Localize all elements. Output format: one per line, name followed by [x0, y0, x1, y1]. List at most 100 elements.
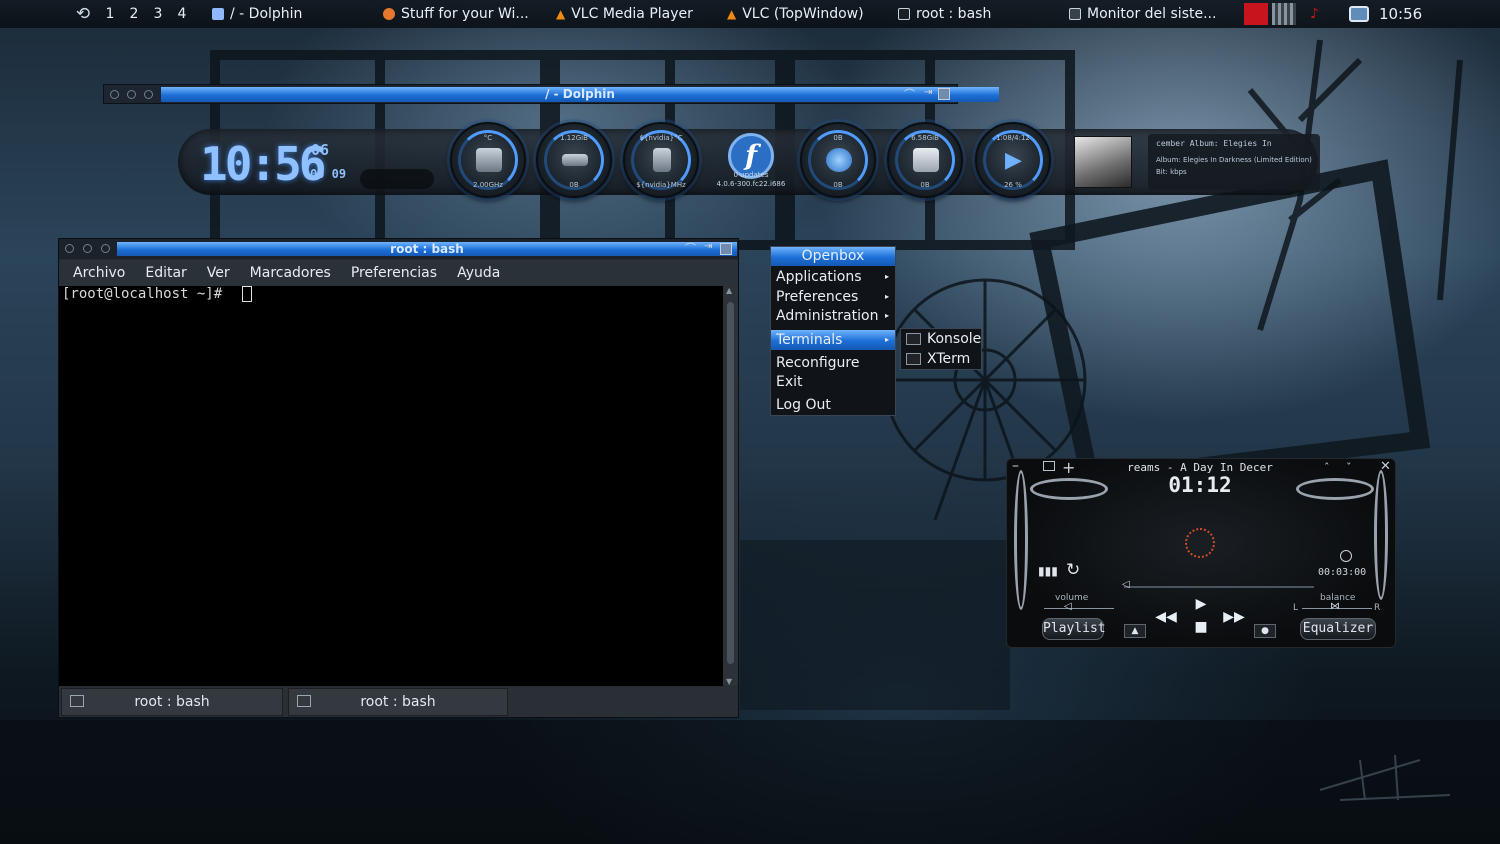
menu-archivo[interactable]: Archivo: [73, 265, 125, 281]
close-icon[interactable]: [720, 243, 732, 255]
network-globe-icon: [826, 148, 852, 172]
stop-button[interactable]: ■: [1190, 619, 1212, 635]
terminal-tab-2[interactable]: root : bash: [288, 688, 508, 716]
display-tray-icon[interactable]: [1348, 6, 1369, 22]
task-terminal[interactable]: root : bash: [898, 0, 991, 28]
volume-slider[interactable]: [1044, 608, 1114, 609]
gauge-top-label: 1:08/4:12: [996, 134, 1030, 142]
menu-item-preferences[interactable]: Preferences ▸: [771, 287, 895, 307]
next-button[interactable]: ▶▶: [1222, 609, 1246, 625]
sticky-icon[interactable]: [144, 90, 153, 99]
vlc-cone-icon: ▲: [556, 7, 566, 21]
task-dolphin[interactable]: / - Dolphin: [212, 0, 302, 28]
terminal-tab-1[interactable]: root : bash: [61, 688, 283, 716]
dolphin-window-titlebar[interactable]: / - Dolphin ⌒ ⇥: [103, 84, 999, 104]
openbox-menu-title: Openbox: [771, 247, 895, 266]
scrollbar-thumb[interactable]: [727, 302, 734, 664]
menu-item-label: Exit: [776, 374, 803, 390]
player-minimize-icon[interactable]: –: [1012, 458, 1019, 474]
gpu-icon: [653, 148, 671, 172]
menu-ver[interactable]: Ver: [207, 265, 230, 281]
task-label: / - Dolphin: [230, 6, 303, 22]
player-shade-icon[interactable]: ˆ: [1324, 461, 1330, 474]
menu-preferencias[interactable]: Preferencias: [351, 265, 437, 281]
menu-item-applications[interactable]: Applications ▸: [771, 267, 895, 287]
volume-handle-icon[interactable]: ◁: [1064, 601, 1072, 612]
menu-item-log-out[interactable]: Log Out: [771, 395, 895, 415]
submenu-arrow-icon: ▸: [884, 335, 889, 344]
minimize-icon[interactable]: ⌒: [685, 240, 696, 256]
submenu-item-xterm[interactable]: XTerm: [901, 349, 981, 369]
equalizer-button[interactable]: Equalizer: [1300, 618, 1376, 640]
record-button[interactable]: ●: [1254, 624, 1276, 638]
player-menu-icon[interactable]: [1043, 461, 1055, 471]
gauge-bottom-label: 0B: [920, 181, 930, 189]
window-menu-icon[interactable]: [110, 90, 119, 99]
menu-marcadores[interactable]: Marcadores: [250, 265, 331, 281]
network-tray-icon[interactable]: [1244, 3, 1268, 25]
vlc-cone-icon: ▲: [727, 7, 737, 21]
album-line-1: cember Album: Elegies In: [1156, 139, 1272, 148]
terminal-icon: [898, 8, 910, 20]
folder-icon: [212, 8, 224, 20]
task-vlc-topwindow[interactable]: ▲ VLC (TopWindow): [727, 0, 864, 28]
player-close-icon[interactable]: ✕: [1380, 459, 1391, 474]
window-menu-icon[interactable]: [65, 244, 74, 253]
cpu-graph-tray-icon[interactable]: [1272, 3, 1296, 25]
task-system-monitor[interactable]: Monitor del siste...: [1069, 0, 1216, 28]
menu-ayuda[interactable]: Ayuda: [457, 265, 500, 281]
task-firefox[interactable]: Stuff for your Wi...: [383, 0, 529, 28]
repeat-icon[interactable]: ↻: [1066, 560, 1080, 580]
submenu-arrow-icon: ▸: [884, 292, 889, 301]
balance-handle-icon[interactable]: ⋈: [1330, 601, 1340, 612]
seek-handle-icon[interactable]: ◁: [1122, 579, 1130, 590]
top-panel: ⟲ 1 2 3 4 / - Dolphin Stuff for your Wi.…: [0, 0, 1500, 28]
shade-icon[interactable]: [127, 90, 136, 99]
menu-item-label: Log Out: [776, 397, 831, 413]
terminal-titlebar[interactable]: root : bash ⌒ ⇥: [59, 239, 738, 259]
menu-item-administration[interactable]: Administration ▸: [771, 306, 895, 326]
submenu-item-label: XTerm: [927, 351, 971, 367]
terminal-tabbar: root : bash root : bash: [59, 687, 738, 717]
menu-item-exit[interactable]: Exit: [771, 372, 895, 392]
visualizer-icon: [1185, 528, 1215, 558]
scroll-up-icon[interactable]: ▲: [726, 286, 732, 295]
menu-editar[interactable]: Editar: [145, 265, 186, 281]
workspace-3[interactable]: 3: [146, 6, 170, 22]
player-add-icon[interactable]: +: [1062, 458, 1075, 477]
scroll-down-icon[interactable]: ▼: [726, 677, 732, 686]
gauge-top-label: 0B: [833, 134, 843, 142]
submenu-arrow-icon: ▸: [884, 272, 889, 281]
workspace-4[interactable]: 4: [170, 6, 194, 22]
xterm-icon: [906, 353, 921, 365]
maximize-icon[interactable]: ⇥: [704, 241, 712, 252]
workspace-1[interactable]: 1: [98, 6, 122, 22]
menu-item-terminals[interactable]: Terminals ▸: [771, 330, 895, 350]
playlist-button[interactable]: Playlist: [1042, 618, 1106, 640]
previous-button[interactable]: ◀◀: [1154, 609, 1178, 625]
album-cover: [1074, 136, 1132, 188]
task-label: VLC (TopWindow): [742, 6, 864, 22]
task-vlc[interactable]: ▲ VLC Media Player: [556, 0, 693, 28]
equalizer-bars-icon[interactable]: ▮▮▮: [1038, 564, 1058, 578]
workspace-2[interactable]: 2: [122, 6, 146, 22]
minimize-icon[interactable]: ⌒: [904, 86, 915, 102]
terminal-icon: [297, 695, 311, 707]
close-icon[interactable]: [938, 88, 950, 100]
seek-bar[interactable]: [1124, 586, 1314, 588]
play-button[interactable]: ▶: [1190, 596, 1212, 612]
speaker-tray-icon[interactable]: ♪: [1310, 6, 1319, 22]
menu-item-reconfigure[interactable]: Reconfigure: [771, 353, 895, 373]
panel-clock[interactable]: 10:56: [1379, 5, 1422, 23]
conky-clock: 10:56: [200, 137, 326, 191]
shade-icon[interactable]: [83, 244, 92, 253]
submenu-item-konsole[interactable]: Konsole: [901, 329, 981, 349]
terminal-scrollbar[interactable]: ▲ ▼: [723, 286, 738, 686]
maximize-icon[interactable]: ⇥: [924, 87, 932, 98]
terminal-window: root : bash ⌒ ⇥ Archivo Editar Ver Marca…: [58, 238, 739, 718]
eject-button[interactable]: ▲: [1124, 624, 1146, 638]
app-launcher-icon[interactable]: ⟲: [68, 4, 98, 24]
sticky-icon[interactable]: [101, 244, 110, 253]
terminal-console[interactable]: [root@localhost ~]#: [59, 286, 723, 686]
player-collapse-icon[interactable]: ˇ: [1346, 461, 1352, 474]
